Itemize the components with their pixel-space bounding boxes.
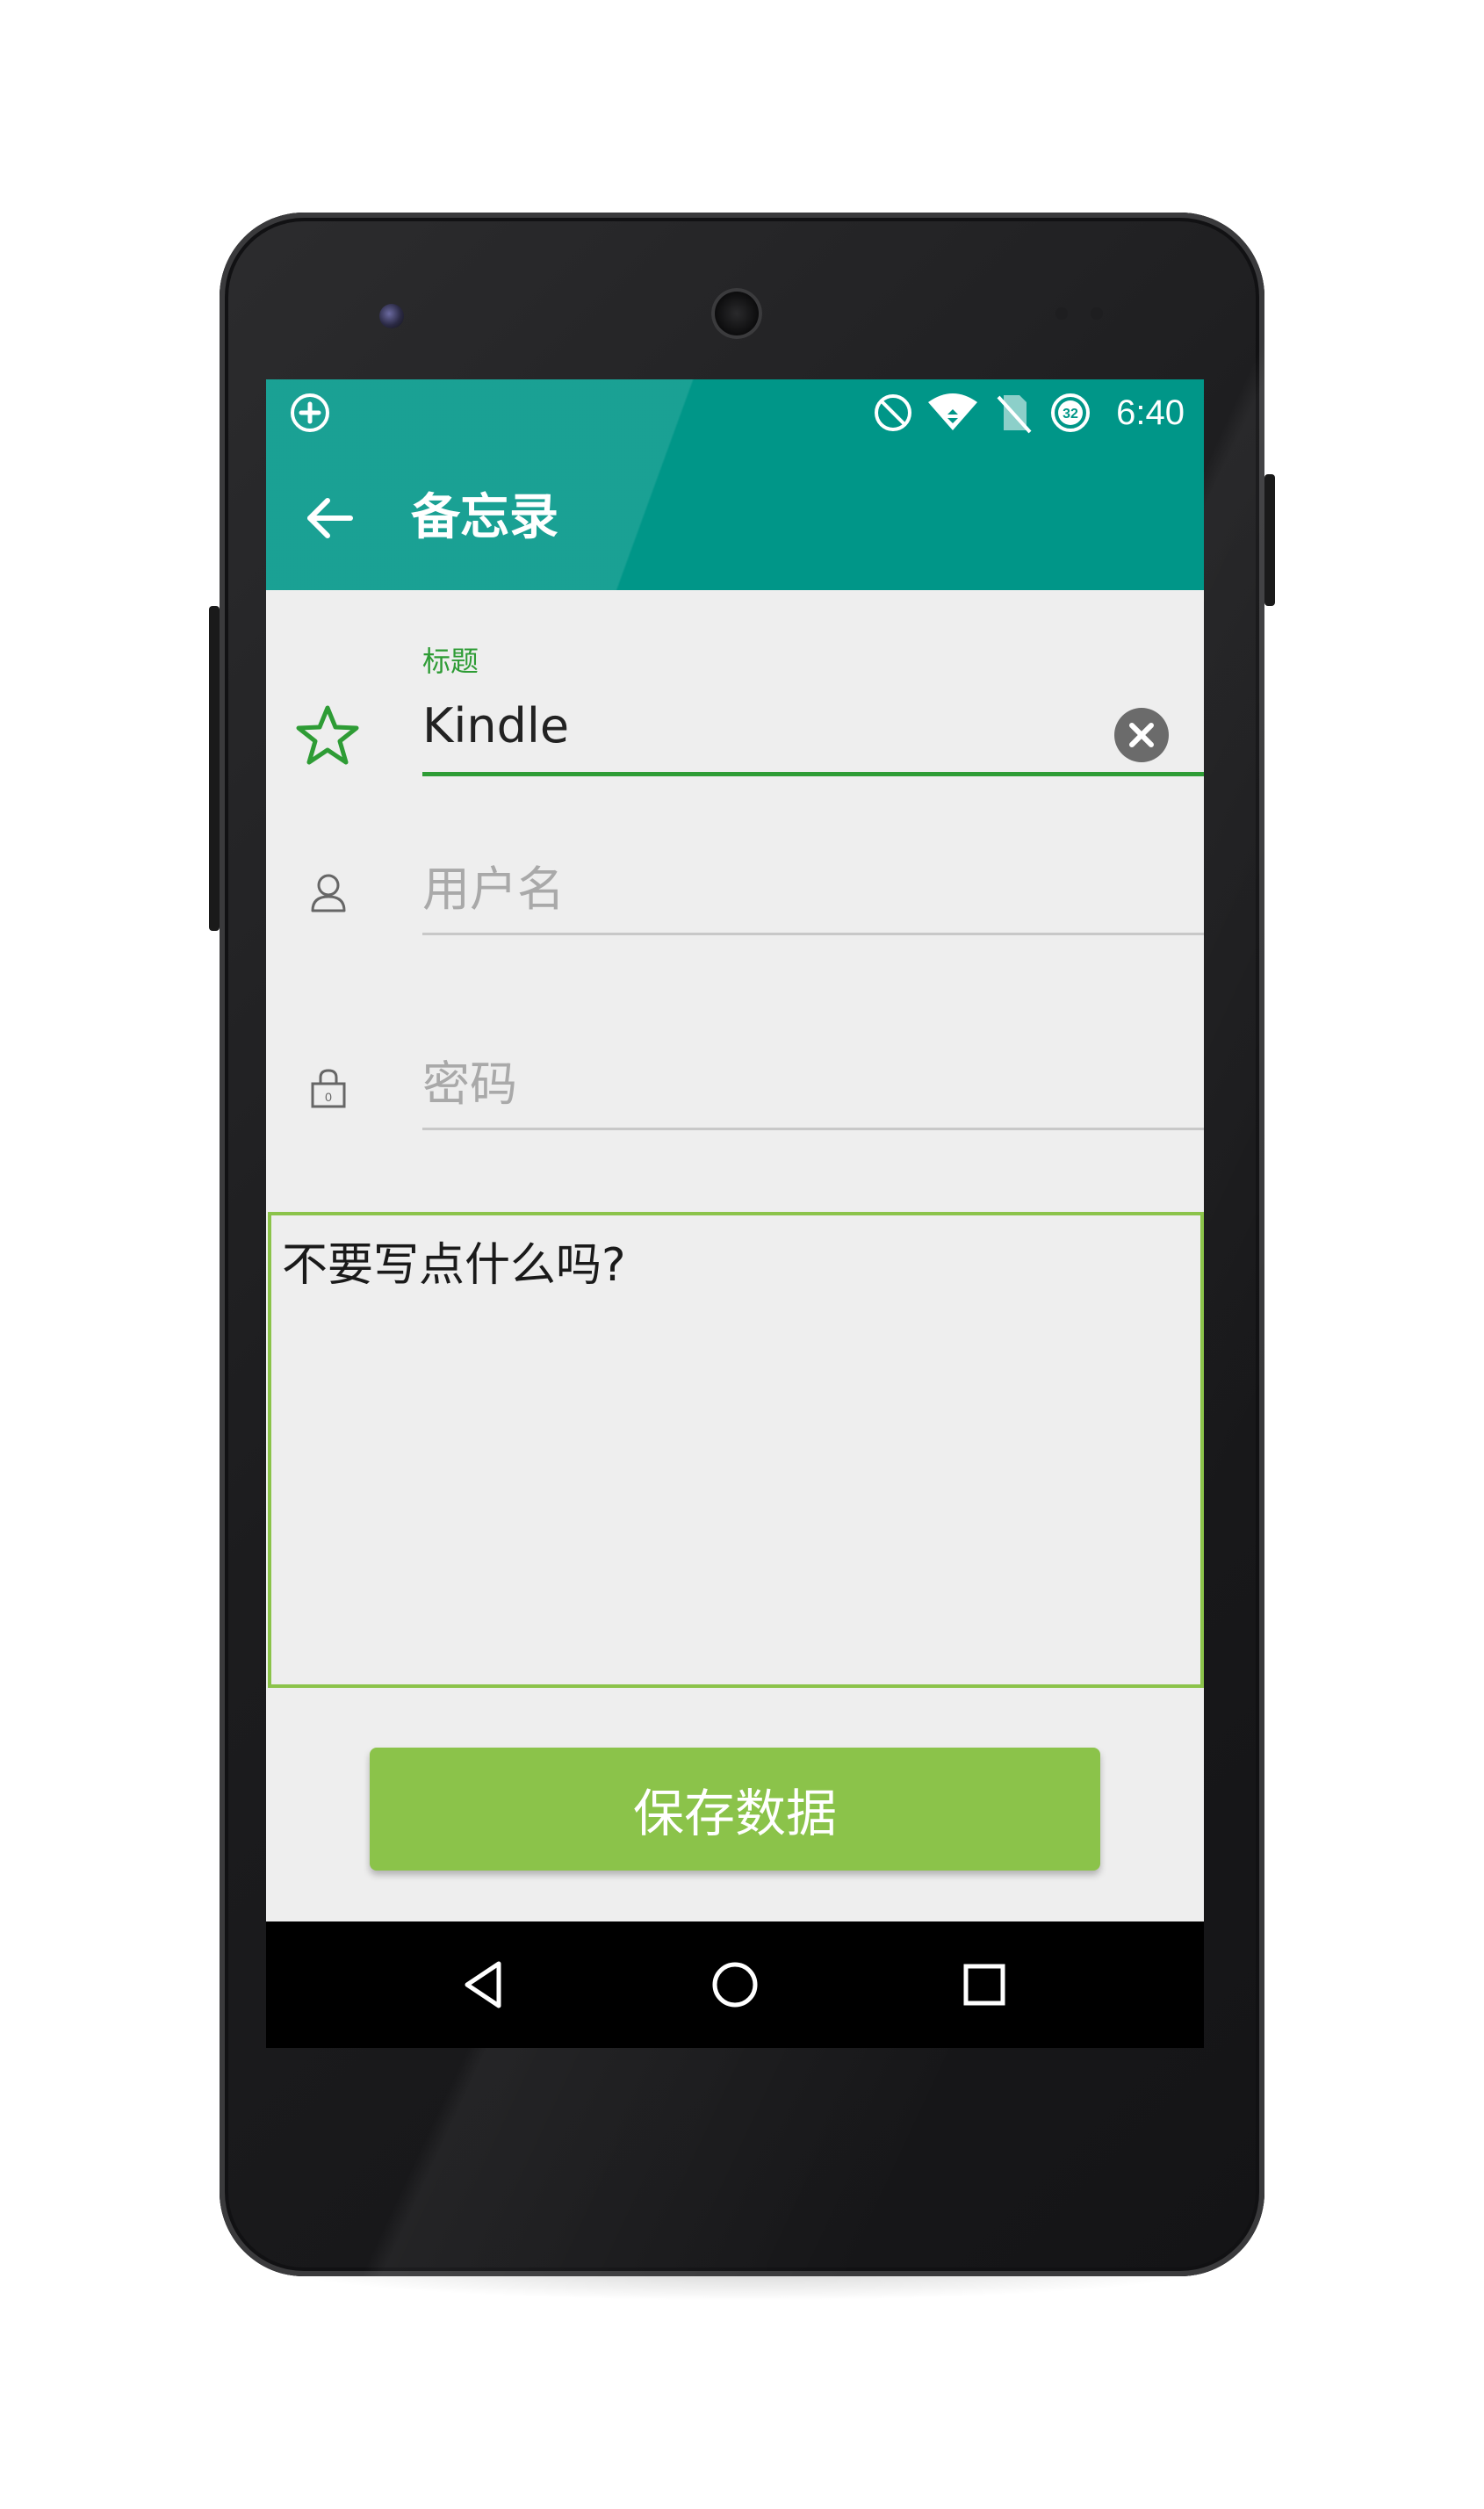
- username-input[interactable]: [422, 854, 1204, 924]
- no-sim-icon: [993, 392, 1035, 434]
- page-title: 备忘录: [411, 489, 558, 546]
- nav-back-button[interactable]: [448, 1948, 522, 2022]
- save-button[interactable]: 保存数据: [370, 1748, 1100, 1871]
- username-underline: [422, 933, 1204, 935]
- toolbar: 备忘录: [266, 446, 1204, 590]
- battery-icon: 32: [1049, 392, 1091, 434]
- do-not-disturb-icon: [872, 392, 914, 434]
- earpiece-speaker: [711, 288, 762, 339]
- screen: 32 6:40 备忘录 标题 Kindle 用户名 0 不要写点什么吗? 保存数…: [266, 379, 1204, 2048]
- status-clock: 6:40: [1116, 393, 1185, 432]
- app-bar: 32 6:40 备忘录: [266, 379, 1204, 590]
- back-button[interactable]: [294, 483, 364, 553]
- light-sensor: [1091, 307, 1103, 320]
- proximity-sensor: [1055, 307, 1068, 320]
- lock-icon: 0: [306, 1066, 350, 1110]
- username-field: [266, 836, 1204, 941]
- nav-recents-button[interactable]: [947, 1948, 1021, 2022]
- back-triangle-icon: [465, 1961, 501, 2008]
- wifi-icon: [926, 392, 979, 434]
- volume-button: [209, 606, 220, 931]
- password-underline: [422, 1128, 1204, 1130]
- battery-level-text: 32: [1063, 407, 1078, 422]
- clear-icon: [1129, 723, 1154, 747]
- title-field-label: 标题: [422, 645, 479, 678]
- stage: 32 6:40 备忘录 标题 Kindle 用户名 0 不要写点什么吗? 保存数…: [0, 0, 1484, 2509]
- power-button: [1264, 474, 1275, 606]
- password-field: 0: [266, 1031, 1204, 1136]
- password-input[interactable]: [422, 1049, 1204, 1119]
- recents-square-icon: [963, 1964, 1005, 2006]
- add-circle-icon: [289, 392, 331, 434]
- title-underline: [422, 772, 1204, 776]
- front-camera: [379, 304, 404, 328]
- title-input[interactable]: [422, 690, 1204, 761]
- lock-digit: 0: [325, 1090, 332, 1104]
- clear-button[interactable]: [1114, 708, 1169, 762]
- navigation-bar: [266, 1921, 1204, 2048]
- home-circle-icon: [712, 1962, 758, 2008]
- title-field: 标题: [266, 639, 1204, 780]
- arrow-back-icon: [307, 498, 353, 538]
- person-icon: [306, 871, 350, 915]
- notes-textarea[interactable]: [268, 1212, 1204, 1688]
- star-outline-icon[interactable]: [291, 699, 364, 773]
- nav-home-button[interactable]: [698, 1948, 772, 2022]
- status-bar: 32 6:40: [266, 379, 1204, 446]
